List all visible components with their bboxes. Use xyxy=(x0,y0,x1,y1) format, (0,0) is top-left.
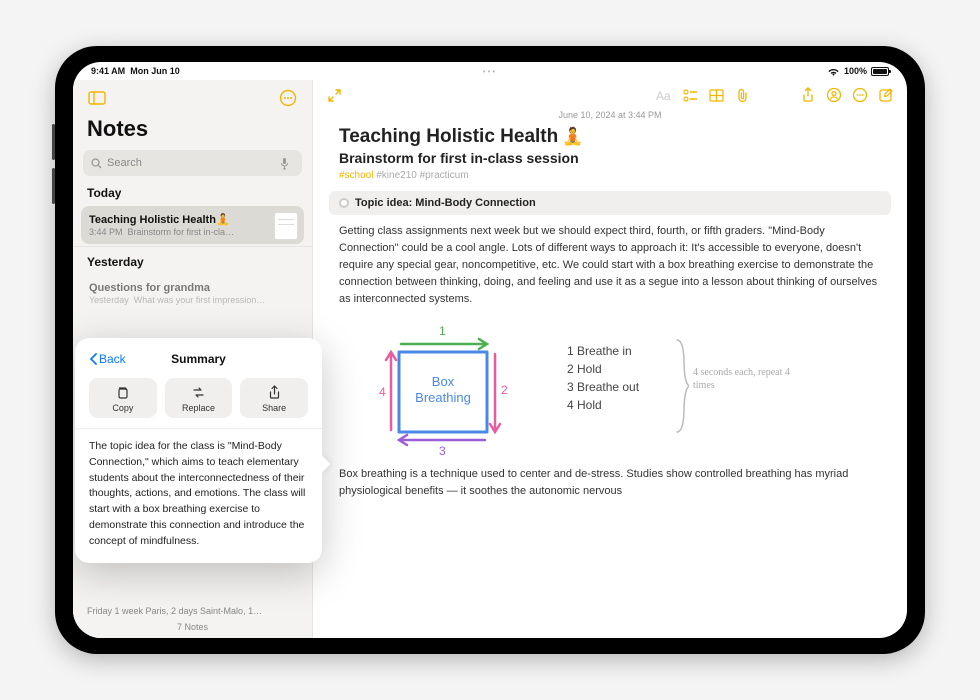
section-header: Today xyxy=(73,184,312,204)
more-button[interactable] xyxy=(276,86,300,110)
format-button[interactable]: Aa xyxy=(651,82,677,108)
paragraph: Getting class assignments next week but … xyxy=(339,223,881,308)
note-preview: What was your first impression… xyxy=(134,295,266,305)
note-count: 7 Notes xyxy=(87,622,298,632)
search-placeholder: Search xyxy=(107,157,280,169)
sidebar: Notes Search Today Teaching Holistic Hea… xyxy=(73,80,313,638)
sidebar-footer: Friday 1 week Paris, 2 days Saint-Malo, … xyxy=(73,602,312,638)
battery-icon xyxy=(871,67,889,76)
sidebar-toggle-button[interactable] xyxy=(85,86,109,110)
battery-percent: 100% xyxy=(844,66,867,76)
table-button[interactable] xyxy=(703,82,729,108)
mic-icon[interactable] xyxy=(280,157,289,170)
note-preview: Brainstorm for first in-cla… xyxy=(128,227,235,237)
note-title: Teaching Holistic Health🧘 xyxy=(339,126,881,148)
note-pane: Aa June 10, 2024 at 3:44 PM Teaching Hol… xyxy=(313,80,907,638)
checklist-button[interactable] xyxy=(677,82,703,108)
emoji: 🧘 xyxy=(562,127,583,147)
status-time: 9:41 AM xyxy=(91,66,125,76)
svg-text:1: 1 xyxy=(439,324,446,338)
section-header: Yesterday xyxy=(73,246,312,273)
copy-icon xyxy=(115,385,130,400)
collaborate-button[interactable] xyxy=(821,82,847,108)
svg-text:Breathing: Breathing xyxy=(415,390,471,405)
note-item-selected[interactable]: Teaching Holistic Health🧘 3:44 PM Brains… xyxy=(81,206,304,244)
replace-button[interactable]: Replace xyxy=(165,378,233,418)
note-title: Questions for grandma xyxy=(89,282,296,294)
emoji: 🧘 xyxy=(216,214,230,226)
note-time: 3:44 PM xyxy=(89,227,123,237)
note-date: June 10, 2024 at 3:44 PM xyxy=(313,110,907,120)
screen: ••• 9:41 AM Mon Jun 10 100% Notes Search… xyxy=(73,62,907,638)
svg-text:Box: Box xyxy=(432,374,455,389)
chevron-left-icon xyxy=(89,353,97,365)
brace-icon xyxy=(675,338,689,434)
search-input[interactable]: Search xyxy=(83,150,302,176)
summary-text: The topic idea for the class is "Mind-Bo… xyxy=(89,439,308,549)
selection-handle[interactable] xyxy=(339,198,349,208)
back-button[interactable]: Back xyxy=(89,352,126,366)
svg-text:Aa: Aa xyxy=(656,89,671,102)
note-toolbar: Aa xyxy=(313,80,907,110)
steps-list: 1 Breathe in 2 Hold 3 Breathe out 4 Hold xyxy=(567,340,639,416)
wifi-icon xyxy=(827,67,840,76)
note-tags: #school #kine210 #practicum xyxy=(339,170,881,181)
share-note-button[interactable] xyxy=(795,82,821,108)
tag[interactable]: #practicum xyxy=(420,170,469,181)
attachment-button[interactable] xyxy=(729,82,755,108)
summary-popover: Back Summary Copy Replace Share xyxy=(75,338,322,563)
volume-button xyxy=(52,168,55,204)
note-subtitle: Brainstorm for first in-class session xyxy=(339,150,881,166)
svg-text:4: 4 xyxy=(379,385,386,399)
note-thumbnail xyxy=(274,212,298,240)
share-icon xyxy=(267,385,282,400)
svg-text:3: 3 xyxy=(439,444,446,458)
selection-highlight[interactable]: Topic idea: Mind-Body Connection xyxy=(329,191,891,215)
svg-text:2: 2 xyxy=(501,383,508,397)
compose-button[interactable] xyxy=(873,82,899,108)
handwritten-drawing: Box Breathing 1 2 3 4 1 Breathe in 2 Hol… xyxy=(339,320,881,458)
sidebar-title: Notes xyxy=(73,112,312,150)
note-time: Yesterday xyxy=(89,295,129,305)
tag[interactable]: #school xyxy=(339,170,373,181)
divider xyxy=(75,428,322,429)
multitask-dots[interactable]: ••• xyxy=(483,67,497,76)
tag[interactable]: #kine210 xyxy=(376,170,417,181)
volume-button xyxy=(52,124,55,160)
notes-app: Notes Search Today Teaching Holistic Hea… xyxy=(73,80,907,638)
more-note-button[interactable] xyxy=(847,82,873,108)
ipad-device: ••• 9:41 AM Mon Jun 10 100% Notes Search… xyxy=(55,46,925,654)
note-item[interactable]: Questions for grandma Yesterday What was… xyxy=(81,275,304,312)
note-body[interactable]: Teaching Holistic Health🧘 Brainstorm for… xyxy=(313,126,907,512)
peek-item[interactable]: Friday 1 week Paris, 2 days Saint-Malo, … xyxy=(87,606,298,616)
paragraph: Box breathing is a technique used to cen… xyxy=(339,466,881,500)
back-label: Back xyxy=(99,352,126,366)
share-button[interactable]: Share xyxy=(240,378,308,418)
search-icon xyxy=(91,158,102,169)
fullscreen-button[interactable] xyxy=(321,82,347,108)
replace-icon xyxy=(191,385,206,400)
topic-idea: Topic idea: Mind-Body Connection xyxy=(355,197,536,209)
note-title: Teaching Holistic Health xyxy=(89,214,216,226)
side-note: 4 seconds each, repeat 4 times xyxy=(693,366,803,392)
copy-button[interactable]: Copy xyxy=(89,378,157,418)
status-date: Mon Jun 10 xyxy=(130,66,180,76)
